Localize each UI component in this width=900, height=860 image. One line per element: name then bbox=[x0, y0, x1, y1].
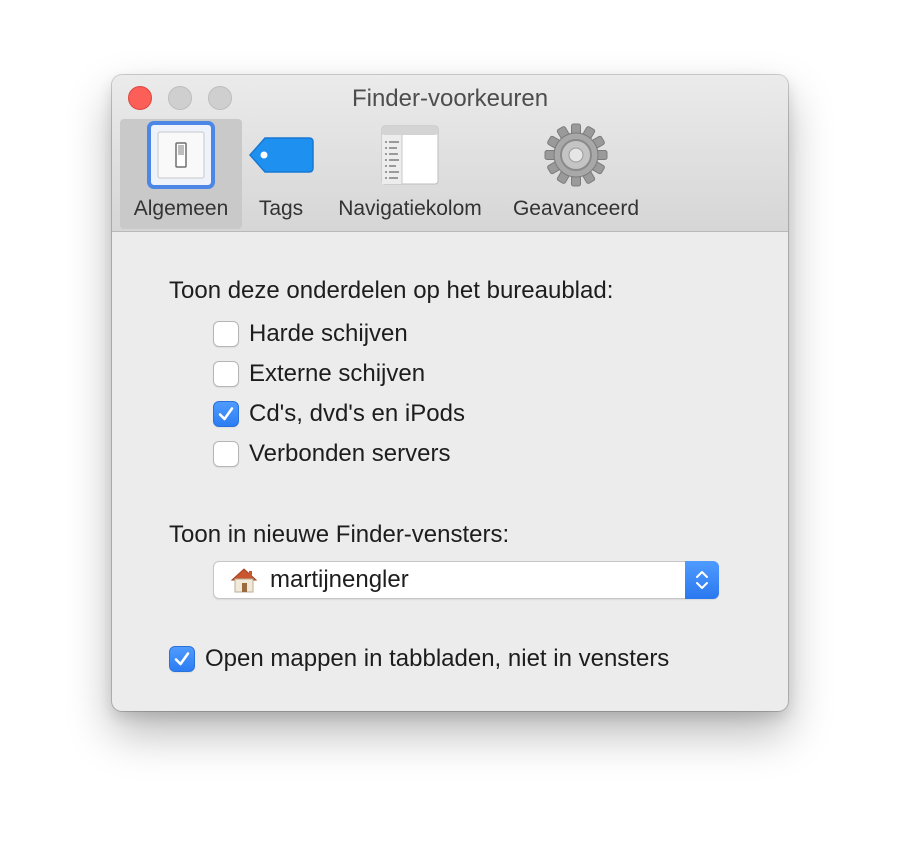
popup-value: martijnengler bbox=[270, 566, 409, 593]
checkbox-box[interactable] bbox=[213, 401, 239, 427]
general-switch-icon bbox=[147, 119, 215, 191]
tab-label: Navigatiekolom bbox=[338, 197, 482, 220]
popup-stepper[interactable] bbox=[685, 561, 719, 599]
checkbox-label: Harde schijven bbox=[249, 320, 408, 347]
tab-label: Algemeen bbox=[133, 197, 229, 220]
checkbox-harde-schijven[interactable]: Harde schijven bbox=[213, 319, 408, 349]
checkbox-verbonden-servers[interactable]: Verbonden servers bbox=[213, 439, 450, 469]
checkbox-label: Verbonden servers bbox=[249, 440, 451, 467]
home-icon bbox=[230, 567, 258, 598]
window-title: Finder-voorkeuren bbox=[351, 85, 549, 112]
tab-tags[interactable]: Tags bbox=[246, 119, 316, 229]
checkmark-icon bbox=[174, 652, 190, 666]
tab-label: Tags bbox=[258, 197, 304, 220]
checkbox-box[interactable] bbox=[213, 321, 239, 347]
gear-icon bbox=[543, 119, 609, 191]
tab-label: Geavanceerd bbox=[512, 197, 640, 220]
checkbox-box[interactable] bbox=[213, 441, 239, 467]
chevron-up-down-icon bbox=[696, 571, 708, 589]
desktop-items-heading: Toon deze onderdelen op het bureaublad: bbox=[169, 277, 614, 304]
tab-algemeen[interactable]: Algemeen bbox=[120, 119, 242, 229]
tab-geavanceerd[interactable]: Geavanceerd bbox=[506, 119, 646, 229]
tab-navigatiekolom[interactable]: Navigatiekolom bbox=[328, 119, 492, 229]
checkbox-cds-dvds-ipods[interactable]: Cd's, dvd's en iPods bbox=[213, 399, 465, 429]
tag-icon bbox=[247, 119, 315, 191]
new-window-location-popup[interactable]: martijnengler bbox=[213, 561, 719, 599]
new-window-heading: Toon in nieuwe Finder-vensters: bbox=[169, 521, 510, 548]
checkbox-label: Open mappen in tabbladen, niet in venste… bbox=[205, 645, 670, 672]
title-bar: Finder-voorkeuren Algemeen Tags Navigati… bbox=[112, 75, 788, 232]
checkmark-icon bbox=[218, 407, 234, 421]
finder-preferences-window: Finder-voorkeuren Algemeen Tags Navigati… bbox=[112, 75, 788, 711]
checkbox-label: Externe schijven bbox=[249, 360, 426, 387]
checkbox-box[interactable] bbox=[169, 646, 195, 672]
sidebar-icon bbox=[381, 119, 439, 191]
checkbox-box[interactable] bbox=[213, 361, 239, 387]
checkbox-label: Cd's, dvd's en iPods bbox=[249, 400, 465, 427]
checkbox-open-in-tabs[interactable]: Open mappen in tabbladen, niet in venste… bbox=[169, 644, 669, 674]
checkbox-externe-schijven[interactable]: Externe schijven bbox=[213, 359, 425, 389]
